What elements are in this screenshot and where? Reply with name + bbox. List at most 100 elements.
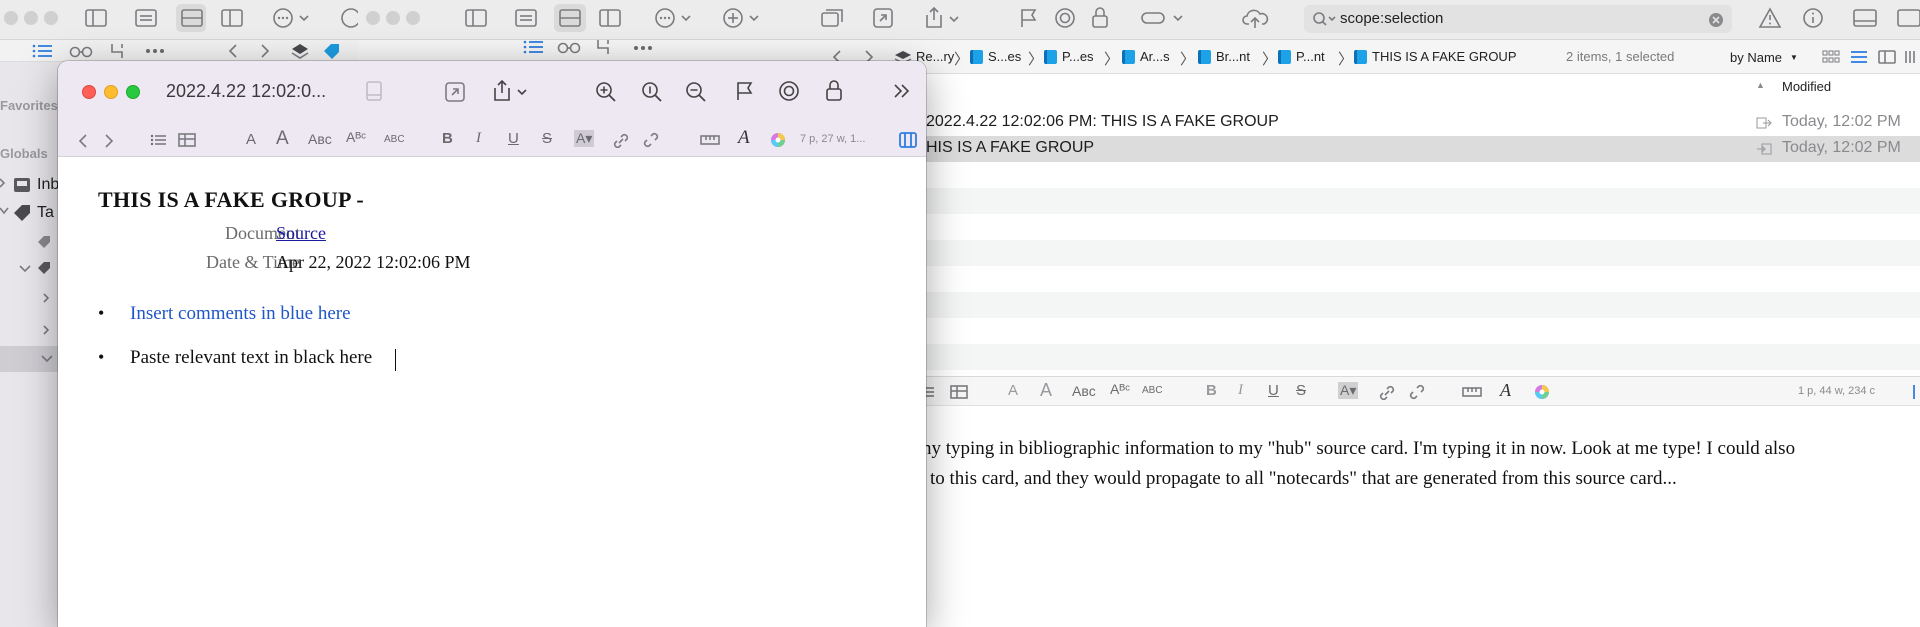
ruler-icon[interactable] [700, 134, 720, 146]
warning-icon[interactable] [1758, 7, 1782, 29]
more-actions-icon[interactable] [272, 7, 312, 29]
tag-icon[interactable] [36, 260, 52, 276]
breadcrumb-item[interactable]: Br...nt [1198, 49, 1250, 64]
breadcrumb-item[interactable]: P...nt [1278, 49, 1325, 64]
label-icon[interactable] [1140, 9, 1186, 27]
new-window-icon[interactable] [820, 7, 846, 29]
open-external-icon[interactable] [872, 7, 894, 29]
list-row[interactable]: 2022.4.22 12:02:06 PM: THIS IS A FAKE GR… [926, 110, 1920, 136]
highlight-icon[interactable]: A▾ [1338, 382, 1359, 399]
split-layout-icon[interactable] [1904, 50, 1918, 64]
zoom-out-icon[interactable] [684, 80, 708, 104]
ellipsis-icon[interactable] [144, 44, 166, 58]
list-view-icon[interactable] [523, 39, 545, 55]
column-layout-icon[interactable] [1878, 50, 1896, 64]
list-view-icon[interactable] [32, 43, 54, 59]
view-columns-icon[interactable] [598, 8, 622, 28]
back-arrow-icon[interactable] [226, 43, 240, 59]
color-wheel-icon[interactable] [770, 132, 786, 148]
view-split-icon[interactable] [180, 8, 204, 28]
italic-icon[interactable]: I [1238, 382, 1243, 399]
tablet-icon[interactable] [364, 80, 384, 102]
view-columns-icon[interactable] [220, 8, 244, 28]
breadcrumb-item-current[interactable]: THIS IS A FAKE GROUP [1354, 49, 1517, 64]
font-larger-icon[interactable]: A [276, 128, 289, 150]
glasses-icon[interactable] [556, 39, 582, 55]
superscript-icon[interactable]: Aᴮᶜ [1110, 381, 1130, 397]
target-icon[interactable] [1054, 7, 1076, 29]
sidebar-icon[interactable] [464, 8, 488, 28]
table-icon[interactable] [178, 132, 196, 148]
chevron-down-icon[interactable] [18, 264, 32, 274]
panel-icon[interactable] [1896, 8, 1920, 28]
list-layout-icon[interactable] [1850, 50, 1868, 64]
share-icon[interactable] [490, 78, 530, 104]
breadcrumb-item[interactable]: Ar...s [1122, 49, 1170, 64]
document-editor-secondary[interactable]: ny typing in bibliographic information t… [900, 406, 1920, 627]
clear-search-icon[interactable] [1708, 12, 1724, 28]
sort-ascending-icon[interactable]: ▲ [1756, 80, 1765, 90]
bulleted-list-icon[interactable] [150, 133, 166, 147]
window-close-button-inactive[interactable] [4, 11, 18, 25]
window-zoom-button-inactive[interactable] [406, 11, 420, 25]
window-zoom-button[interactable] [126, 85, 140, 99]
ellipsis-icon[interactable] [632, 41, 654, 55]
window-minimize-button-inactive[interactable] [24, 11, 38, 25]
flag-icon[interactable] [734, 80, 756, 102]
glasses-icon[interactable] [68, 43, 94, 59]
chevron-right-icon[interactable] [0, 177, 6, 189]
all-caps-icon[interactable]: ABC [384, 134, 405, 145]
window-minimize-button[interactable] [104, 85, 118, 99]
font-larger-icon[interactable]: A [1040, 380, 1052, 401]
table-icon[interactable] [950, 384, 968, 400]
chevron-down-icon[interactable] [40, 354, 54, 364]
sort-dropdown[interactable]: by Name ▼ [1730, 47, 1798, 67]
share-icon[interactable] [922, 5, 962, 31]
window-minimize-button-inactive[interactable] [386, 11, 400, 25]
bold-icon[interactable]: B [442, 130, 453, 147]
chevron-right-icon[interactable] [42, 292, 50, 304]
unlink-icon[interactable] [642, 131, 660, 149]
zoom-in-icon[interactable] [594, 80, 618, 104]
flag-icon[interactable] [1018, 7, 1040, 29]
font-icon[interactable]: A [1500, 380, 1511, 401]
add-icon[interactable] [722, 7, 762, 29]
column-header-modified[interactable]: Modified [1782, 79, 1831, 94]
more-actions-icon[interactable] [654, 7, 694, 29]
view-split-icon[interactable] [558, 8, 582, 28]
more-toolbar-icon[interactable] [892, 83, 912, 99]
view-list-icon[interactable] [514, 8, 538, 28]
lock-icon[interactable] [824, 79, 844, 103]
highlight-icon[interactable]: A▾ [574, 130, 595, 147]
chevron-down-icon[interactable] [0, 206, 10, 216]
link-icon[interactable] [1378, 384, 1396, 400]
small-caps-icon[interactable]: Aʙᴄ [1072, 383, 1096, 399]
small-caps-icon[interactable]: Aʙᴄ [308, 131, 332, 147]
open-external-icon[interactable] [444, 81, 466, 103]
superscript-icon[interactable]: Aᴮᶜ [346, 129, 366, 145]
back-arrow-icon[interactable] [76, 132, 90, 150]
forward-arrow-icon[interactable] [102, 132, 116, 150]
sidebar-icon[interactable] [84, 8, 108, 28]
source-link[interactable]: Source [276, 223, 326, 244]
tag-icon[interactable] [36, 234, 52, 250]
window-close-button-inactive[interactable] [366, 11, 380, 25]
merge-icon[interactable] [594, 38, 612, 56]
list-row-selected[interactable]: HIS IS A FAKE GROUP Today, 12:02 PM [926, 136, 1920, 162]
breadcrumb-item[interactable]: P...es [1044, 49, 1094, 64]
chevron-right-icon[interactable] [42, 324, 50, 336]
search-query[interactable]: scope:selection [1340, 10, 1443, 27]
window-zoom-button-inactive[interactable] [44, 11, 58, 25]
target-icon[interactable] [778, 80, 800, 102]
color-wheel-icon[interactable] [1534, 384, 1550, 400]
panel-toggle-icon[interactable] [1910, 384, 1918, 400]
grid-view-icon[interactable] [1822, 50, 1840, 64]
ruler-icon[interactable] [1462, 386, 1482, 398]
document-editor[interactable]: THIS IS A FAKE GROUP - Document Source D… [58, 157, 926, 627]
window-close-button[interactable] [82, 85, 96, 99]
breadcrumb-item[interactable]: S...es [970, 49, 1021, 64]
underline-icon[interactable]: U [508, 130, 519, 147]
strikethrough-icon[interactable]: S [542, 130, 552, 147]
forward-arrow-icon[interactable] [258, 43, 272, 59]
actual-size-icon[interactable] [640, 80, 664, 104]
